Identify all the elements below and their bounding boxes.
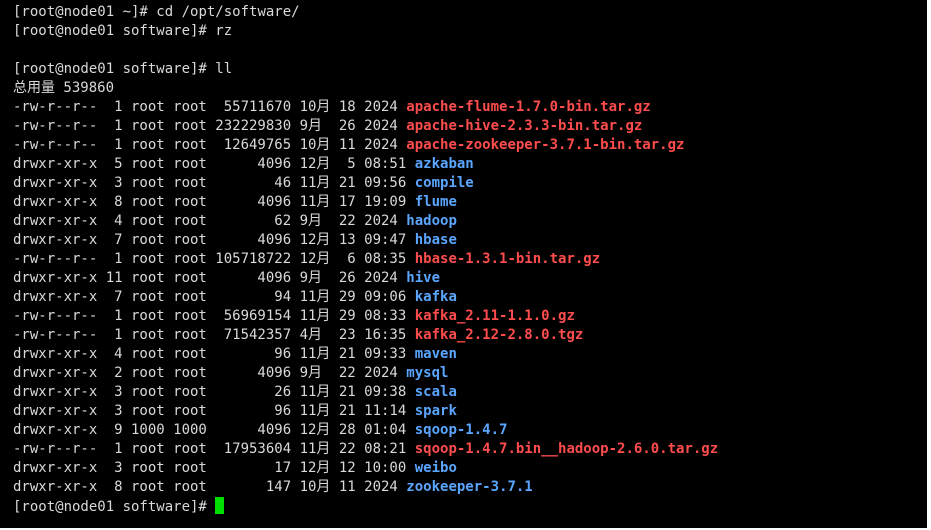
directory-name: compile <box>414 175 474 191</box>
command-text: cd /opt/software/ <box>156 4 300 20</box>
terminal-output: [root@node01 ~]# cd /opt/software/ [root… <box>13 3 718 516</box>
text-cursor[interactable] <box>215 497 225 514</box>
directory-name: spark <box>414 403 457 419</box>
terminal-window[interactable]: [root@node01 ~]# cd /opt/software/ [root… <box>0 0 931 530</box>
command-text: ll <box>215 61 233 77</box>
file-meta: drwxr-xr-x 3 root root 17 12月 12 10:00 <box>13 460 415 476</box>
file-entry: drwxr-xr-x 4 root root 96 11月 21 09:33 m… <box>13 345 718 364</box>
directory-name: hadoop <box>406 213 457 229</box>
file-entry: -rw-r--r-- 1 root root 55711670 10月 18 2… <box>13 98 718 117</box>
file-entry: drwxr-xr-x 5 root root 4096 12月 5 08:51 … <box>13 155 718 174</box>
archive-name: kafka_2.11-1.1.0.gz <box>414 308 575 324</box>
file-meta: -rw-r--r-- 1 root root 55711670 10月 18 2… <box>13 99 407 115</box>
file-meta: -rw-r--r-- 1 root root 71542357 4月 23 16… <box>13 327 415 343</box>
directory-name: maven <box>414 346 457 362</box>
prompt: [root@node01 software]# <box>13 61 216 77</box>
file-entry: -rw-r--r-- 1 root root 105718722 12月 6 0… <box>13 250 718 269</box>
directory-name: azkaban <box>414 156 474 172</box>
file-entry: drwxr-xr-x 9 1000 1000 4096 12月 28 01:04… <box>13 421 718 440</box>
file-meta: -rw-r--r-- 1 root root 232229830 9月 26 2… <box>13 118 407 134</box>
file-entry: drwxr-xr-x 3 root root 26 11月 21 09:38 s… <box>13 383 718 402</box>
directory-name: flume <box>414 194 457 210</box>
file-entry: drwxr-xr-x 3 root root 17 12月 12 10:00 w… <box>13 459 718 478</box>
file-entry: drwxr-xr-x 2 root root 4096 9月 22 2024 m… <box>13 364 718 383</box>
file-entry: -rw-r--r-- 1 root root 71542357 4月 23 16… <box>13 326 718 345</box>
file-meta: drwxr-xr-x 8 root root 4096 11月 17 19:09 <box>13 194 415 210</box>
file-entry: drwxr-xr-x 8 root root 147 10月 11 2024 z… <box>13 478 718 497</box>
window-edge <box>927 0 931 530</box>
prompt: [root@node01 software]# <box>13 23 216 39</box>
file-meta: -rw-r--r-- 1 root root 17953604 11月 22 0… <box>13 441 415 457</box>
current-prompt-line[interactable]: [root@node01 software]# <box>13 497 718 516</box>
file-meta: drwxr-xr-x 7 root root 4096 12月 13 09:47 <box>13 232 415 248</box>
directory-name: hbase <box>414 232 457 248</box>
directory-name: kafka <box>414 289 457 305</box>
directory-name: weibo <box>414 460 457 476</box>
file-meta: drwxr-xr-x 4 root root 96 11月 21 09:33 <box>13 346 415 362</box>
file-entry: -rw-r--r-- 1 root root 17953604 11月 22 0… <box>13 440 718 459</box>
file-entry: drwxr-xr-x 3 root root 46 11月 21 09:56 c… <box>13 174 718 193</box>
file-meta: drwxr-xr-x 2 root root 4096 9月 22 2024 <box>13 365 407 381</box>
file-meta: drwxr-xr-x 11 root root 4096 9月 26 2024 <box>13 270 407 286</box>
archive-name: apache-flume-1.7.0-bin.tar.gz <box>406 99 651 115</box>
file-meta: drwxr-xr-x 3 root root 26 11月 21 09:38 <box>13 384 415 400</box>
file-meta: -rw-r--r-- 1 root root 12649765 10月 11 2… <box>13 137 407 153</box>
archive-name: kafka_2.12-2.8.0.tgz <box>414 327 584 343</box>
file-meta: -rw-r--r-- 1 root root 56969154 11月 29 0… <box>13 308 415 324</box>
file-meta: drwxr-xr-x 5 root root 4096 12月 5 08:51 <box>13 156 415 172</box>
command-text: rz <box>215 23 233 39</box>
file-entry: drwxr-xr-x 3 root root 96 11月 21 11:14 s… <box>13 402 718 421</box>
directory-name: scala <box>414 384 457 400</box>
file-meta: drwxr-xr-x 3 root root 96 11月 21 11:14 <box>13 403 415 419</box>
archive-name: apache-zookeeper-3.7.1-bin.tar.gz <box>406 137 685 153</box>
file-entry: -rw-r--r-- 1 root root 12649765 10月 11 2… <box>13 136 718 155</box>
file-entry: drwxr-xr-x 8 root root 4096 11月 17 19:09… <box>13 193 718 212</box>
total-line: 总用量 539860 <box>13 80 115 96</box>
file-meta: drwxr-xr-x 9 1000 1000 4096 12月 28 01:04 <box>13 422 415 438</box>
prompt: [root@node01 ~]# <box>13 4 157 20</box>
file-meta: -rw-r--r-- 1 root root 105718722 12月 6 0… <box>13 251 415 267</box>
file-entry: drwxr-xr-x 4 root root 62 9月 22 2024 had… <box>13 212 718 231</box>
command-line-ll: [root@node01 software]# ll <box>13 60 718 79</box>
file-entry: drwxr-xr-x 7 root root 94 11月 29 09:06 k… <box>13 288 718 307</box>
file-entry: -rw-r--r-- 1 root root 56969154 11月 29 0… <box>13 307 718 326</box>
directory-name: sqoop-1.4.7 <box>414 422 508 438</box>
archive-name: sqoop-1.4.7.bin__hadoop-2.6.0.tar.gz <box>414 441 719 457</box>
file-entry: drwxr-xr-x 7 root root 4096 12月 13 09:47… <box>13 231 718 250</box>
file-meta: drwxr-xr-x 4 root root 62 9月 22 2024 <box>13 213 407 229</box>
directory-name: zookeeper-3.7.1 <box>406 479 533 495</box>
file-entry: drwxr-xr-x 11 root root 4096 9月 26 2024 … <box>13 269 718 288</box>
file-meta: drwxr-xr-x 7 root root 94 11月 29 09:06 <box>13 289 415 305</box>
file-meta: drwxr-xr-x 8 root root 147 10月 11 2024 <box>13 479 407 495</box>
file-entry: -rw-r--r-- 1 root root 232229830 9月 26 2… <box>13 117 718 136</box>
archive-name: apache-hive-2.3.3-bin.tar.gz <box>406 118 643 134</box>
archive-name: hbase-1.3.1-bin.tar.gz <box>414 251 601 267</box>
directory-name: mysql <box>406 365 449 381</box>
prompt: [root@node01 software]# <box>13 499 216 515</box>
file-meta: drwxr-xr-x 3 root root 46 11月 21 09:56 <box>13 175 415 191</box>
directory-name: hive <box>406 270 441 286</box>
command-line-rz: [root@node01 software]# rz <box>13 22 718 41</box>
command-line-cd: [root@node01 ~]# cd /opt/software/ <box>13 3 718 22</box>
